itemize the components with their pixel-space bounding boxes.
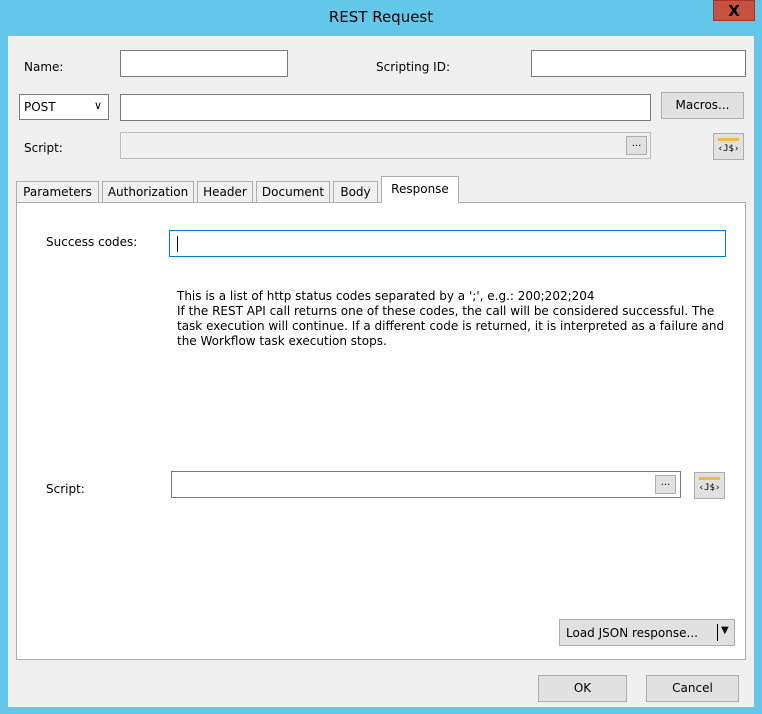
load-json-response-button[interactable]: Load JSON response... ▼ <box>559 619 735 646</box>
ellipsis-icon: ... <box>631 138 642 149</box>
method-value: POST <box>24 100 56 114</box>
close-icon: X <box>728 2 740 20</box>
tab-body[interactable]: Body <box>333 181 378 204</box>
tab-authorization[interactable]: Authorization <box>102 181 194 204</box>
macros-button[interactable]: Macros... <box>661 92 744 119</box>
script-js-button[interactable]: ‹J$› <box>713 133 744 160</box>
cancel-button[interactable]: Cancel <box>646 675 739 702</box>
response-script-input[interactable]: ... <box>171 471 681 498</box>
dialog-body: Name: Scripting ID: POST ∨ Macros... Scr… <box>8 36 754 707</box>
split-separator <box>717 624 718 641</box>
ellipsis-icon: ... <box>660 477 671 488</box>
help-line-1: This is a list of http status codes sepa… <box>177 289 595 303</box>
text-caret <box>177 236 178 252</box>
success-codes-help: This is a list of http status codes sepa… <box>177 289 737 349</box>
javascript-icon-bar <box>699 477 720 480</box>
dropdown-arrow-icon[interactable]: ▼ <box>721 625 729 636</box>
success-codes-label: Success codes: <box>46 235 138 249</box>
script-label: Script: <box>24 141 63 155</box>
tab-parameters[interactable]: Parameters <box>16 181 99 204</box>
help-line-2: If the REST API call returns one of thes… <box>177 304 725 348</box>
response-panel: Success codes: This is a list of http st… <box>16 202 746 660</box>
response-script-browse-button[interactable]: ... <box>655 475 676 494</box>
ok-button[interactable]: OK <box>538 675 627 702</box>
tab-header[interactable]: Header <box>197 181 253 204</box>
title-bar[interactable]: REST Request X <box>0 0 762 36</box>
scripting-id-label: Scripting ID: <box>376 60 450 74</box>
script-input[interactable]: ... <box>120 132 651 159</box>
script-browse-button[interactable]: ... <box>626 136 647 155</box>
window-title: REST Request <box>328 8 434 26</box>
response-script-label: Script: <box>46 482 85 496</box>
javascript-icon-bar <box>718 138 739 141</box>
success-codes-input[interactable] <box>169 230 726 257</box>
scripting-id-input[interactable] <box>531 50 746 77</box>
load-json-response-label: Load JSON response... <box>566 626 698 640</box>
tab-response[interactable]: Response <box>381 176 459 203</box>
url-input[interactable] <box>120 94 651 121</box>
response-script-js-button[interactable]: ‹J$› <box>694 472 725 499</box>
javascript-icon: ‹J$› <box>717 144 740 154</box>
close-button[interactable]: X <box>713 0 755 21</box>
chevron-down-icon: ∨ <box>93 99 102 112</box>
tab-document[interactable]: Document <box>256 181 330 204</box>
name-input[interactable] <box>120 50 288 77</box>
javascript-icon: ‹J$› <box>698 483 721 493</box>
name-label: Name: <box>24 60 64 74</box>
method-select[interactable]: POST ∨ <box>19 94 109 120</box>
